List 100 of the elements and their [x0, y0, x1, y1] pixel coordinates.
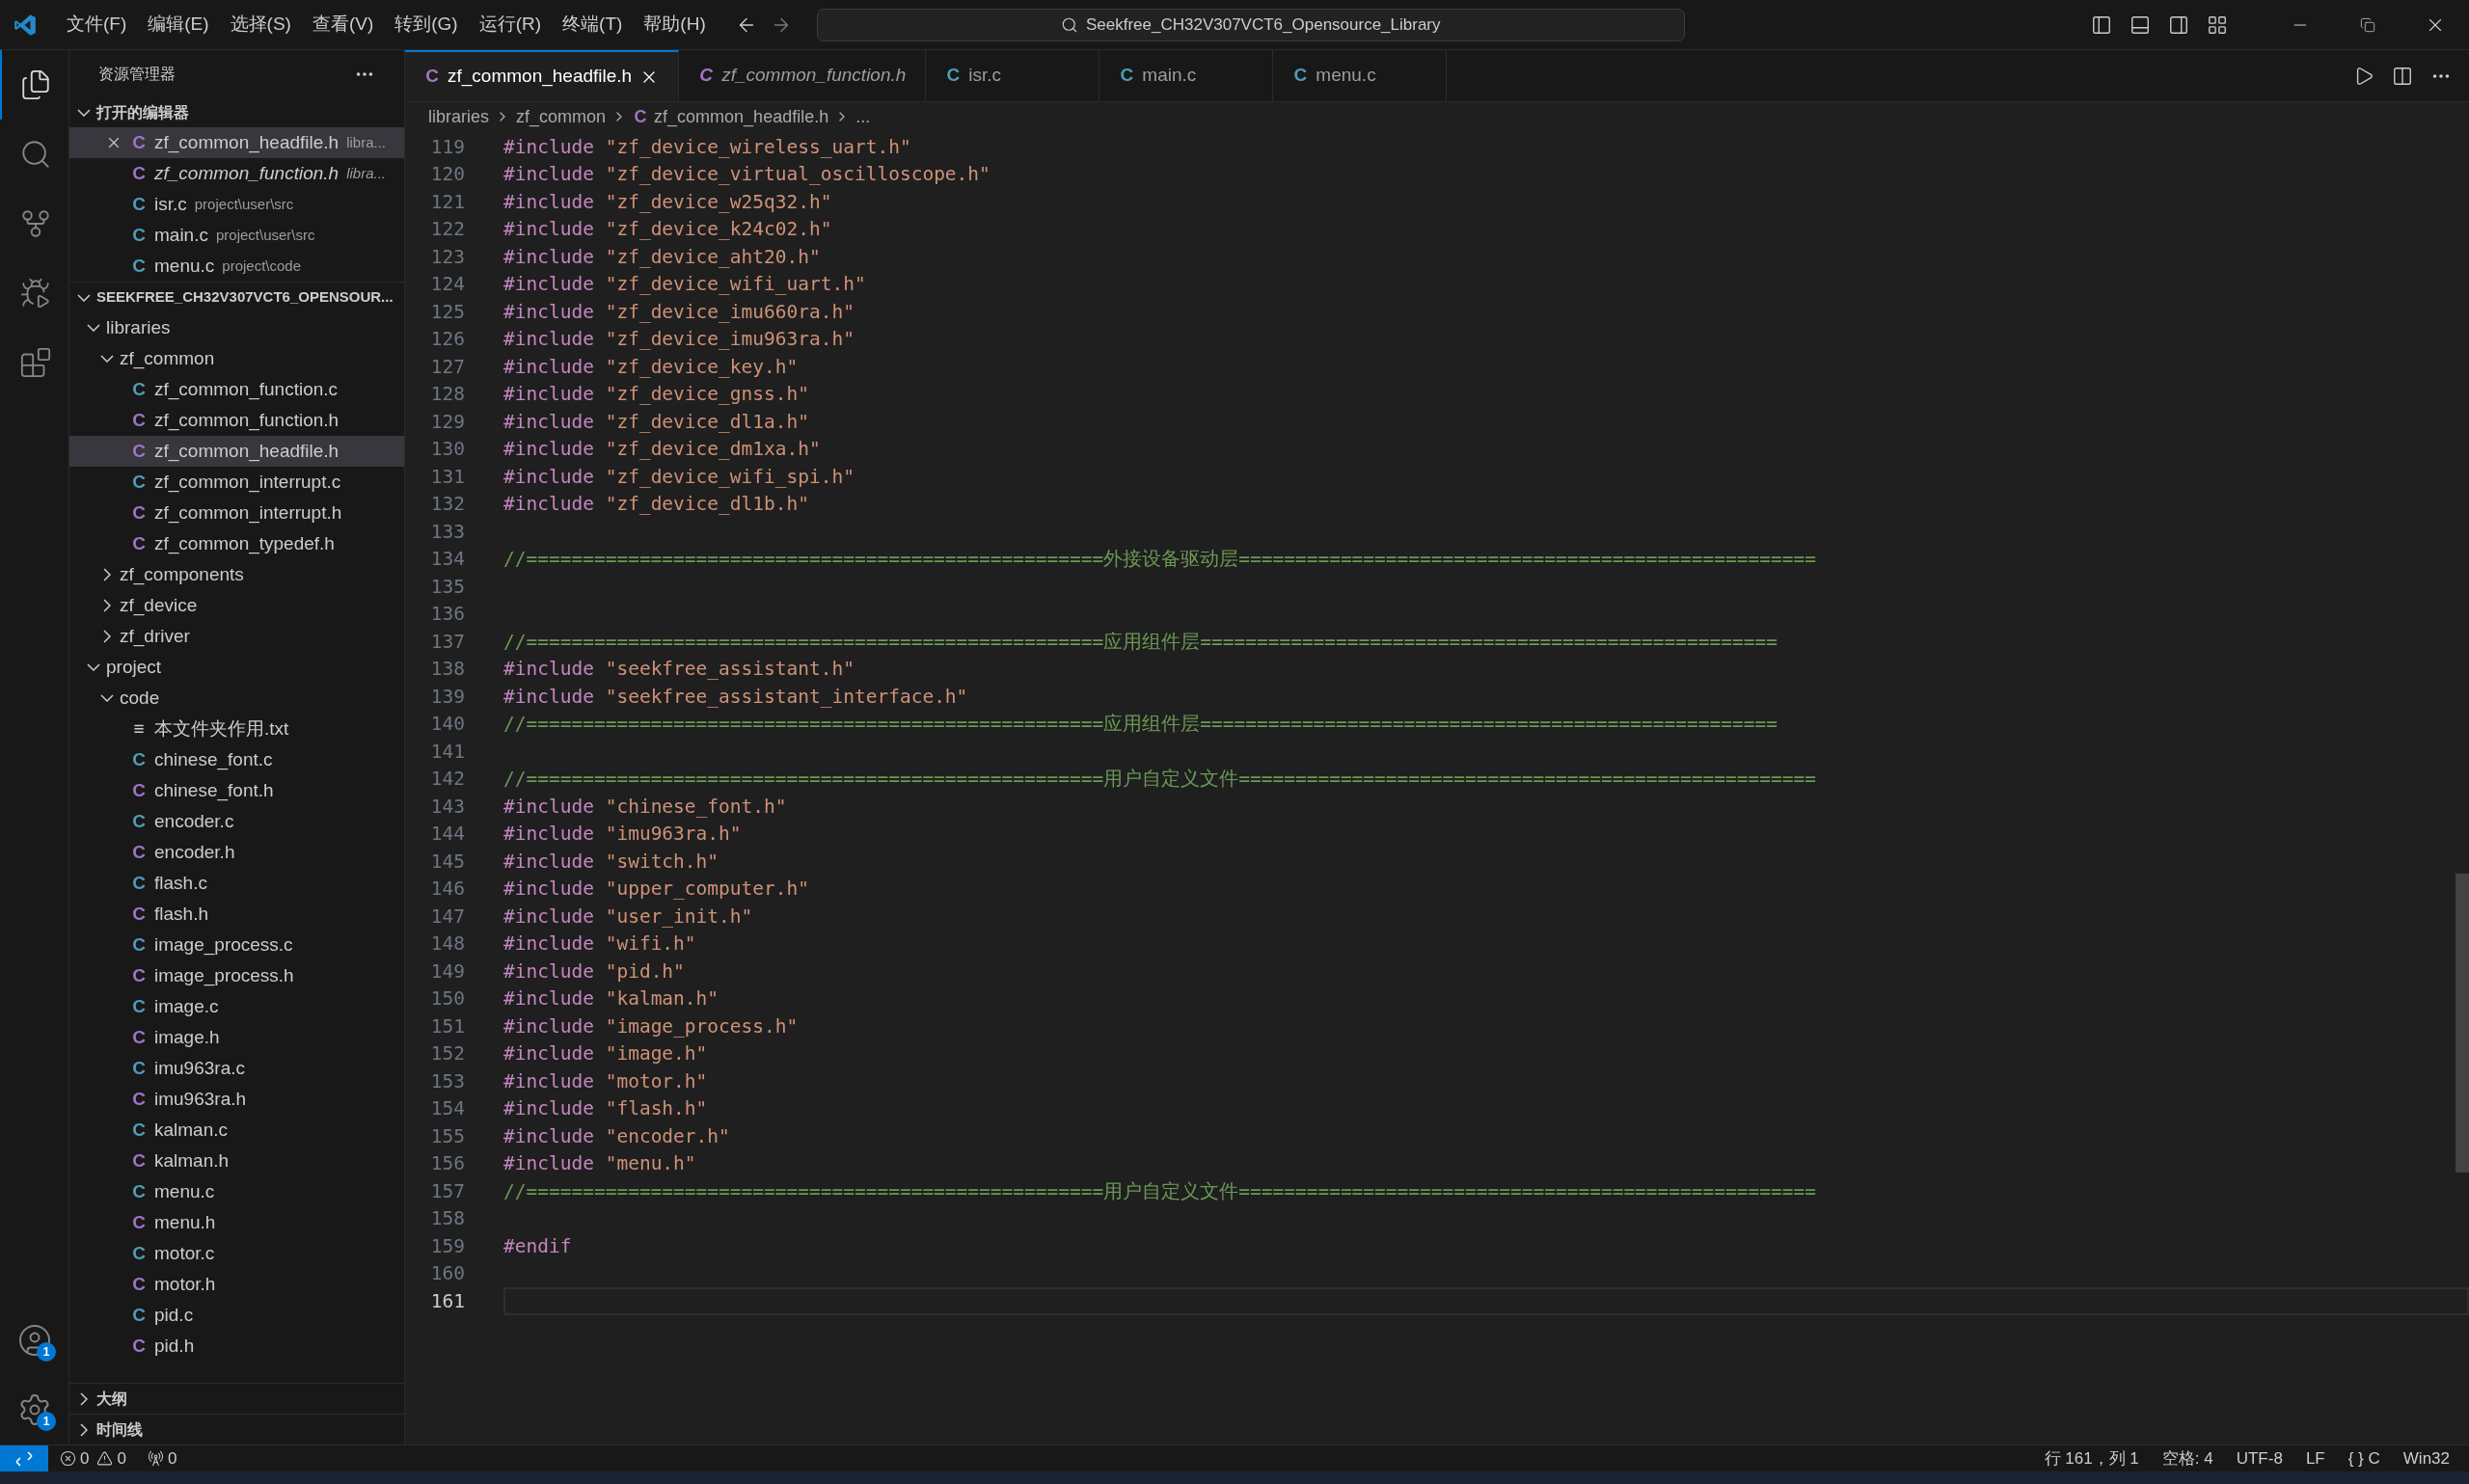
file-type-icon: C [424, 63, 440, 91]
file-item[interactable]: C zf_common_function.c [69, 374, 404, 405]
folder-item[interactable]: zf_driver [69, 621, 404, 652]
section-header[interactable]: 大纲 [69, 1383, 404, 1414]
editor-tab[interactable]: C zf_common_headfile.h [405, 50, 680, 101]
toggle-sidebar-icon[interactable] [2091, 13, 2112, 36]
status-item[interactable]: 行 161，列 1 [2032, 1445, 2151, 1471]
toggle-panel-icon[interactable] [2130, 13, 2151, 36]
file-item[interactable]: C zf_common_interrupt.c [69, 467, 404, 498]
file-item[interactable]: C image.h [69, 1022, 404, 1053]
line-number: 145 [429, 849, 465, 875]
line-number: 127 [429, 354, 465, 380]
file-item[interactable]: C chinese_font.h [69, 775, 404, 806]
section-header[interactable]: 打开的编辑器 [69, 98, 404, 127]
open-editor-item[interactable]: C isr.c project\user\src [69, 189, 404, 220]
menu-item[interactable]: 选择(S) [219, 11, 302, 39]
restore-icon[interactable] [2360, 16, 2375, 33]
file-type-icon: C [1292, 62, 1309, 90]
file-item[interactable]: C pid.c [69, 1300, 404, 1331]
file-item[interactable]: C motor.h [69, 1269, 404, 1300]
line-number: 144 [429, 822, 465, 848]
breadcrumb-item[interactable]: zf_common [516, 103, 607, 130]
line-number: 158 [429, 1206, 465, 1232]
file-item[interactable]: C image_process.h [69, 960, 404, 991]
folder-item[interactable]: zf_components [69, 559, 404, 590]
ports-status[interactable]: 0 [147, 1445, 177, 1471]
scrollbar-thumb[interactable] [2455, 874, 2469, 1173]
account-icon[interactable] [16, 1323, 52, 1358]
status-item[interactable]: 空格: 4 [2150, 1445, 2225, 1471]
line-number: 126 [429, 327, 465, 353]
file-item[interactable]: C zf_common_typedef.h [69, 528, 404, 559]
breadcrumb-item[interactable]: zf_common_headfile.h [654, 103, 829, 130]
menu-item[interactable]: 转到(G) [384, 11, 469, 39]
problems-status[interactable]: 0 0 [60, 1445, 126, 1471]
file-item[interactable]: C kalman.c [69, 1115, 404, 1146]
folder-item[interactable]: code [69, 683, 404, 714]
menu-item[interactable]: 终端(T) [552, 11, 634, 39]
open-editor-item[interactable]: C zf_common_headfile.h libra... [69, 127, 404, 158]
file-type-icon: C [131, 190, 147, 219]
breadcrumb-item[interactable]: ... [855, 103, 871, 130]
menu-item[interactable]: 帮助(H) [633, 11, 717, 39]
file-item[interactable]: C imu963ra.h [69, 1084, 404, 1115]
notification-badge: 1 [37, 1342, 56, 1362]
file-item[interactable]: C encoder.c [69, 806, 404, 837]
file-item[interactable]: C menu.c [69, 1176, 404, 1207]
blocks-icon[interactable] [18, 346, 52, 379]
open-editor-item[interactable]: C zf_common_function.h libra... [69, 158, 404, 189]
file-item[interactable]: C chinese_font.c [69, 744, 404, 775]
file-type-icon: C [131, 529, 147, 558]
open-editor-item[interactable]: C main.c project\user\src [69, 220, 404, 251]
sidebar-title: 资源管理器 [98, 65, 176, 84]
line-number: 119 [429, 134, 465, 160]
file-item[interactable]: C motor.c [69, 1238, 404, 1269]
app-logo-icon [13, 12, 38, 38]
editor-tab[interactable]: C zf_common_function.h [679, 50, 927, 101]
file-item[interactable]: C zf_common_interrupt.h [69, 498, 404, 528]
editor-tab[interactable]: C menu.c [1273, 50, 1448, 101]
toggle-secondary-sidebar-icon[interactable] [2168, 13, 2189, 36]
file-type-icon: C [131, 1270, 147, 1299]
line-number: 161 [429, 1288, 465, 1314]
status-item[interactable]: Win32 [2391, 1445, 2461, 1471]
breadcrumb-item[interactable]: libraries [428, 103, 490, 130]
remote-icon [14, 1449, 34, 1468]
section-header[interactable]: SEEKFREE_CH32V307VCT6_OPENSOUR... [69, 282, 404, 312]
status-item[interactable]: { } C [2336, 1445, 2392, 1471]
file-item[interactable]: C menu.h [69, 1207, 404, 1238]
editor-tab[interactable]: C isr.c [926, 50, 1100, 101]
command-center-search[interactable]: Seekfree_CH32V307VCT6_Opensource_Library [816, 8, 1685, 41]
menu-item[interactable]: 查看(V) [301, 11, 385, 39]
status-item[interactable]: UTF-8 [2224, 1445, 2294, 1471]
layout-icon[interactable] [2207, 13, 2228, 36]
file-item[interactable]: C flash.h [69, 899, 404, 930]
file-type-icon: C [1119, 62, 1135, 90]
menu-item[interactable]: 文件(F) [56, 11, 138, 39]
line-number: 123 [429, 244, 465, 270]
file-item[interactable]: C image.c [69, 991, 404, 1022]
file-type-icon: C [131, 992, 147, 1021]
folder-item[interactable]: zf_common [69, 343, 404, 374]
file-item[interactable]: ≡ 本文件夹作用.txt [69, 714, 404, 744]
bug-play-icon[interactable] [18, 277, 52, 310]
code-line: #include "upper_computer.h" [503, 877, 809, 903]
file-item[interactable]: C kalman.h [69, 1146, 404, 1176]
menu-item[interactable]: 运行(R) [468, 11, 553, 39]
menu-item[interactable]: 编辑(E) [137, 11, 220, 39]
open-editor-item[interactable]: C menu.c project\code [69, 251, 404, 282]
folder-item[interactable]: project [69, 652, 404, 683]
file-item[interactable]: C flash.c [69, 868, 404, 899]
file-type-icon: C [131, 1301, 147, 1330]
editor-tab[interactable]: C main.c [1099, 50, 1274, 101]
split-editor-icon[interactable] [2392, 65, 2413, 87]
folder-item[interactable]: zf_device [69, 590, 404, 621]
file-item[interactable]: C imu963ra.c [69, 1053, 404, 1084]
status-item[interactable]: LF [2293, 1445, 2337, 1471]
file-item[interactable]: C image_process.c [69, 930, 404, 960]
folder-item[interactable]: libraries [69, 312, 404, 343]
file-item[interactable]: C zf_common_function.h [69, 405, 404, 436]
file-type-icon: C [633, 103, 649, 130]
file-item[interactable]: C encoder.h [69, 837, 404, 868]
file-item[interactable]: C zf_common_headfile.h [69, 436, 404, 467]
file-item[interactable]: C pid.h [69, 1331, 404, 1362]
